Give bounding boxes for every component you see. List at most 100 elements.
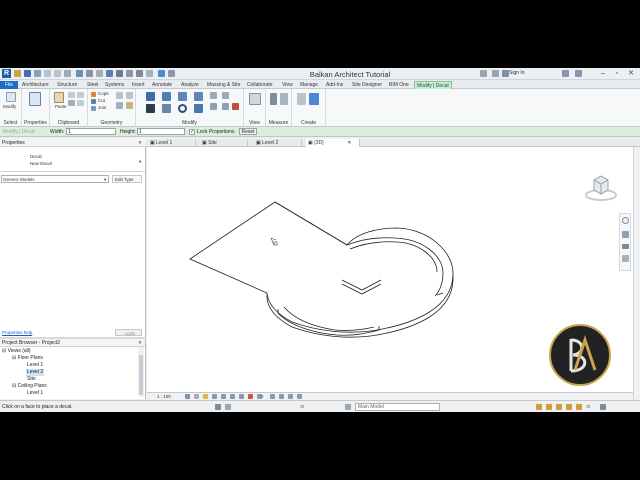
canvas-scrollbar[interactable] bbox=[633, 147, 640, 400]
cart-icon[interactable] bbox=[562, 70, 569, 77]
move-icon[interactable] bbox=[146, 104, 155, 113]
create-assembly-icon[interactable] bbox=[297, 93, 306, 105]
modify-cursor-icon[interactable] bbox=[6, 92, 16, 102]
properties-panel-label[interactable]: Properties bbox=[22, 120, 49, 126]
zoom-icon[interactable] bbox=[622, 231, 629, 238]
apply-button[interactable]: Apply bbox=[115, 329, 142, 336]
tab-manage[interactable]: Manage bbox=[300, 81, 318, 89]
split-icon[interactable] bbox=[210, 92, 217, 99]
drag-elements-icon[interactable] bbox=[576, 404, 582, 410]
model-geometry[interactable] bbox=[189, 201, 454, 338]
rotate-icon[interactable] bbox=[178, 104, 187, 113]
hide-in-view-icon[interactable] bbox=[249, 93, 261, 105]
lock-3d-view-icon[interactable] bbox=[239, 394, 244, 399]
properties-help-link[interactable]: Properties help bbox=[2, 330, 32, 335]
reveal-constraints-icon[interactable] bbox=[288, 394, 293, 399]
tree-floor-plans[interactable]: ⊟ Floor Plans bbox=[12, 355, 43, 362]
worksets-icon[interactable] bbox=[215, 404, 221, 410]
view-tab-3d[interactable]: ▣ {3D} ✕ bbox=[306, 139, 360, 147]
open-icon[interactable] bbox=[14, 70, 21, 77]
tree-floor-level-2[interactable]: Level 2 bbox=[26, 369, 45, 376]
select-links-icon[interactable] bbox=[536, 404, 542, 410]
switch-windows-icon[interactable] bbox=[158, 70, 165, 77]
close-icon[interactable]: ✕ bbox=[626, 69, 636, 78]
arc-wall-top-inner[interactable] bbox=[346, 237, 444, 297]
customize-qat-icon[interactable] bbox=[168, 70, 175, 77]
section-icon[interactable] bbox=[126, 70, 133, 77]
cut-clipboard-icon[interactable] bbox=[77, 92, 84, 98]
properties-close-icon[interactable]: ✕ bbox=[138, 140, 142, 146]
crop-view-icon[interactable] bbox=[230, 394, 235, 399]
floor-slab[interactable] bbox=[189, 201, 454, 333]
tab-massing-site[interactable]: Massing & Site bbox=[207, 81, 240, 89]
subscription-icon[interactable] bbox=[492, 70, 499, 77]
tab-file[interactable]: File bbox=[0, 81, 18, 89]
reset-button[interactable]: Reset bbox=[239, 128, 257, 135]
sync-icon[interactable] bbox=[34, 70, 41, 77]
select-panel-label[interactable]: Select bbox=[0, 120, 21, 126]
align-icon[interactable] bbox=[146, 92, 155, 101]
design-options-icon[interactable] bbox=[225, 404, 231, 410]
browser-scroll-thumb[interactable] bbox=[139, 355, 143, 395]
editing-requests-icon[interactable] bbox=[345, 404, 351, 410]
restore-icon[interactable]: ▫ bbox=[612, 69, 622, 78]
undo-icon[interactable] bbox=[44, 70, 51, 77]
paint-icon[interactable] bbox=[126, 92, 133, 99]
copy-to-clipboard-icon[interactable] bbox=[77, 100, 84, 106]
delete-icon[interactable] bbox=[232, 103, 239, 110]
create-group-icon[interactable] bbox=[309, 93, 319, 105]
tab-modify-decal[interactable]: Modify | Decal bbox=[414, 81, 452, 89]
pin-icon[interactable] bbox=[222, 92, 229, 99]
tree-floor-level-1[interactable]: Level 1 bbox=[27, 362, 43, 369]
print-icon[interactable] bbox=[64, 70, 71, 77]
3d-view-icon[interactable] bbox=[116, 70, 123, 77]
filter-icon[interactable] bbox=[600, 404, 606, 410]
worksharing-display-icon[interactable] bbox=[297, 394, 302, 399]
close-hidden-icon[interactable] bbox=[146, 70, 153, 77]
view-tab-site[interactable]: ▣ Site bbox=[200, 139, 248, 147]
tab-insert[interactable]: Insert bbox=[132, 81, 145, 89]
scale-icon[interactable] bbox=[222, 103, 229, 110]
thin-lines-icon[interactable] bbox=[136, 70, 143, 77]
tag-icon[interactable] bbox=[96, 70, 103, 77]
cope-icon[interactable] bbox=[91, 92, 96, 97]
highlight-displacement-icon[interactable] bbox=[279, 394, 284, 399]
redo-icon[interactable] bbox=[54, 70, 61, 77]
demolish-icon[interactable] bbox=[126, 102, 133, 109]
paste-icon[interactable] bbox=[54, 92, 64, 103]
measure-icon[interactable] bbox=[76, 70, 83, 77]
arc-wall-front[interactable] bbox=[283, 306, 375, 331]
tree-views-all[interactable]: ⊟ Views (all) bbox=[2, 348, 31, 355]
temporary-hide-icon[interactable] bbox=[248, 394, 253, 399]
split-face-icon[interactable] bbox=[116, 92, 123, 99]
visual-style-icon[interactable] bbox=[194, 394, 199, 399]
lock-proportions-checkbox[interactable]: ✓ bbox=[189, 129, 195, 135]
join-label[interactable]: Join bbox=[98, 105, 106, 110]
tab-architecture[interactable]: Architecture bbox=[22, 81, 49, 89]
tab-collaborate[interactable]: Collaborate bbox=[247, 81, 273, 89]
trim-extend-icon[interactable] bbox=[194, 104, 203, 113]
sign-in-link[interactable]: Sign In bbox=[509, 69, 525, 78]
dimension-icon[interactable] bbox=[280, 93, 288, 105]
drawing-canvas[interactable] bbox=[147, 147, 633, 392]
tab-structure[interactable]: Structure bbox=[57, 81, 77, 89]
zoom-dropdown-icon[interactable] bbox=[622, 244, 629, 249]
tab-site-designer[interactable]: Site Designer bbox=[352, 81, 382, 89]
save-icon[interactable] bbox=[24, 70, 31, 77]
match-type-icon[interactable] bbox=[68, 100, 75, 106]
analytical-model-icon[interactable] bbox=[270, 394, 275, 399]
copy-icon[interactable] bbox=[68, 92, 75, 98]
cope-label[interactable]: Cope bbox=[98, 91, 109, 96]
type-properties-icon[interactable] bbox=[29, 92, 41, 106]
viewcube[interactable] bbox=[584, 171, 618, 205]
array-icon[interactable] bbox=[210, 103, 217, 110]
height-input[interactable]: 1 bbox=[137, 128, 185, 135]
join-icon[interactable] bbox=[91, 106, 96, 111]
tab-systems[interactable]: Systems bbox=[105, 81, 124, 89]
edit-type-button[interactable]: Edit Type bbox=[112, 175, 142, 183]
text-icon[interactable] bbox=[106, 70, 113, 77]
type-selector[interactable]: Decal New Decal ▾ bbox=[0, 148, 145, 172]
search-icon[interactable] bbox=[480, 70, 487, 77]
orbit-icon[interactable] bbox=[622, 255, 629, 262]
minimize-icon[interactable]: – bbox=[598, 69, 608, 78]
